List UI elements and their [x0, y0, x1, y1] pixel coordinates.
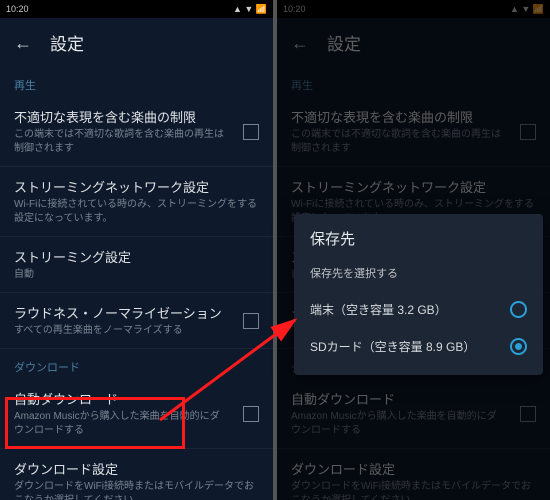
back-icon[interactable]: ←	[14, 34, 32, 52]
status-icons: ▲ ▼ 📶	[233, 4, 267, 15]
item-desc: ダウンロードをWiFi接続時またはモバイルデータでおこなうか選択してください	[291, 480, 536, 500]
checkbox-icon[interactable]	[243, 313, 259, 329]
back-icon[interactable]: ←	[291, 34, 309, 52]
item-desc: Amazon Musicから購入した楽曲を自動的にダウンロードする	[291, 410, 536, 438]
item-explicit-filter[interactable]: 不適切な表現を含む楽曲の制限 この端末では不適切な歌詞を含む楽曲の再生は制御され…	[277, 97, 550, 167]
item-desc: この端末では不適切な歌詞を含む楽曲の再生は制御されます	[291, 128, 536, 156]
item-desc: Amazon Musicから購入した楽曲を自動的にダウンロードする	[14, 410, 259, 438]
header: ← 設定	[0, 18, 273, 67]
item-title: ストリーミングネットワーク設定	[14, 177, 259, 196]
settings-list: 再生 不適切な表現を含む楽曲の制限 この端末では不適切な歌詞を含む楽曲の再生は制…	[0, 67, 273, 500]
radio-icon[interactable]	[510, 301, 527, 318]
option-label: SDカード（空き容量 8.9 GB）	[310, 338, 475, 355]
item-download-settings[interactable]: ダウンロード設定 ダウンロードをWiFi接続時またはモバイルデータでおこなうか選…	[277, 449, 550, 500]
page-title: 設定	[50, 30, 84, 55]
item-download-settings[interactable]: ダウンロード設定 ダウンロードをWiFi接続時またはモバイルデータでおこなうか選…	[0, 449, 273, 500]
item-desc: 自動	[14, 268, 259, 282]
section-download: ダウンロード	[0, 349, 273, 379]
section-playback: 再生	[277, 67, 550, 97]
item-auto-download[interactable]: 自動ダウンロード Amazon Musicから購入した楽曲を自動的にダウンロード…	[0, 379, 273, 449]
settings-screen-before: 10:20 ▲ ▼ 📶 ← 設定 再生 不適切な表現を含む楽曲の制限 この端末で…	[0, 0, 273, 500]
item-title: ストリーミングネットワーク設定	[291, 177, 536, 196]
item-loudness-normalization[interactable]: ラウドネス・ノーマライゼーション すべての再生楽曲をノーマライズする	[0, 293, 273, 349]
dialog-title: 保存先	[294, 228, 543, 259]
item-title: 不適切な表現を含む楽曲の制限	[291, 107, 536, 126]
status-icons: ▲ ▼ 📶	[510, 4, 544, 15]
item-title: ストリーミング設定	[14, 247, 259, 266]
item-desc: Wi-Fiに接続されている時のみ、ストリーミングをする設定になっています。	[14, 198, 259, 226]
checkbox-icon[interactable]	[243, 406, 259, 422]
header: ← 設定	[277, 18, 550, 67]
status-bar: 10:20 ▲ ▼ 📶	[0, 0, 273, 18]
item-auto-download[interactable]: 自動ダウンロード Amazon Musicから購入した楽曲を自動的にダウンロード…	[277, 379, 550, 449]
item-desc: すべての再生楽曲をノーマライズする	[14, 324, 259, 338]
item-title: ダウンロード設定	[291, 459, 536, 478]
option-sdcard[interactable]: SDカード（空き容量 8.9 GB）	[294, 328, 543, 365]
item-desc: この端末では不適切な歌詞を含む楽曲の再生は制御されます	[14, 128, 259, 156]
item-desc: ダウンロードをWiFi接続時またはモバイルデータでおこなうか選択してください	[14, 480, 259, 500]
storage-destination-dialog: 保存先 保存先を選択する 端末（空き容量 3.2 GB） SDカード（空き容量 …	[294, 214, 543, 375]
page-title: 設定	[327, 30, 361, 55]
radio-icon[interactable]	[510, 338, 527, 355]
item-title: ラウドネス・ノーマライゼーション	[14, 303, 259, 322]
status-bar: 10:20 ▲ ▼ 📶	[277, 0, 550, 18]
option-device[interactable]: 端末（空き容量 3.2 GB）	[294, 291, 543, 328]
item-streaming-network[interactable]: ストリーミングネットワーク設定 Wi-Fiに接続されている時のみ、ストリーミング…	[0, 167, 273, 237]
option-label: 端末（空き容量 3.2 GB）	[310, 301, 447, 318]
status-time: 10:20	[283, 4, 306, 14]
item-title: 自動ダウンロード	[291, 389, 536, 408]
item-streaming-quality[interactable]: ストリーミング設定 自動	[0, 237, 273, 293]
status-time: 10:20	[6, 4, 29, 14]
checkbox-icon[interactable]	[520, 406, 536, 422]
checkbox-icon[interactable]	[243, 124, 259, 140]
dialog-subtitle: 保存先を選択する	[294, 259, 543, 291]
item-title: 不適切な表現を含む楽曲の制限	[14, 107, 259, 126]
settings-screen-after: 10:20 ▲ ▼ 📶 ← 設定 再生 不適切な表現を含む楽曲の制限 この端末で…	[277, 0, 550, 500]
checkbox-icon[interactable]	[520, 124, 536, 140]
item-title: 自動ダウンロード	[14, 389, 259, 408]
item-explicit-filter[interactable]: 不適切な表現を含む楽曲の制限 この端末では不適切な歌詞を含む楽曲の再生は制御され…	[0, 97, 273, 167]
item-title: ダウンロード設定	[14, 459, 259, 478]
section-playback: 再生	[0, 67, 273, 97]
